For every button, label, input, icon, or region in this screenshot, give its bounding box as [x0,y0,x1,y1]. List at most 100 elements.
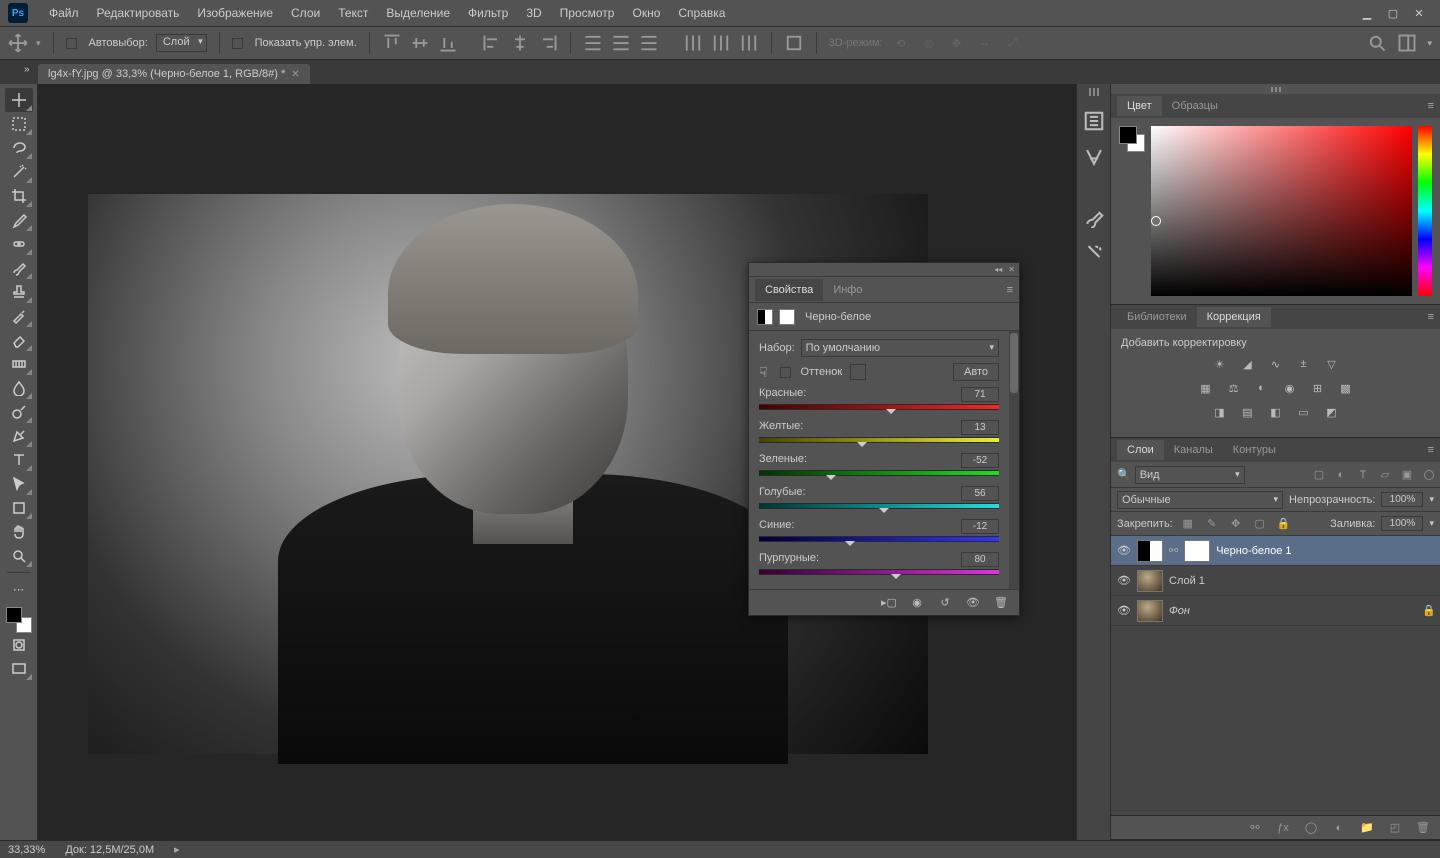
lock-all-icon[interactable]: 🔒 [1275,515,1293,533]
magic-wand-tool[interactable] [5,160,33,184]
reset-icon[interactable]: ↺ [937,595,953,611]
layer-thumb[interactable] [1137,600,1163,622]
visibility-toggle-icon[interactable]: 👁 [965,595,981,611]
menu-выделение[interactable]: Выделение [377,0,459,27]
visibility-icon[interactable]: 👁 [1117,574,1131,588]
mask-thumb[interactable] [1184,540,1210,562]
tab-paths[interactable]: Контуры [1223,440,1286,460]
color-swatch[interactable] [1119,126,1145,152]
minimize-icon[interactable]: ▁ [1360,6,1374,20]
menu-окно[interactable]: Окно [623,0,669,27]
filter-adj-icon[interactable]: ◐ [1332,466,1350,484]
panel-menu-icon[interactable]: ≡ [1428,444,1434,456]
auto-button[interactable]: Авто [953,363,999,381]
auto-select-checkbox[interactable] [66,38,77,49]
type-tool[interactable] [5,448,33,472]
edit-toolbar-icon[interactable]: ⋯ [5,577,33,601]
dist-vcenter-icon[interactable] [611,33,631,53]
show-controls-checkbox[interactable] [232,38,243,49]
lock-artboard-icon[interactable]: ▢ [1251,515,1269,533]
tab-close-icon[interactable]: ✕ [291,69,299,80]
bw-adjustment-icon[interactable] [757,309,773,325]
menu-текст[interactable]: Текст [329,0,377,27]
tab-layers[interactable]: Слои [1117,440,1164,460]
eraser-tool[interactable] [5,328,33,352]
gradient-map-icon[interactable]: ▭ [1295,403,1313,421]
menu-справка[interactable]: Справка [669,0,734,27]
filter-pixel-icon[interactable]: ▢ [1310,466,1328,484]
search-icon[interactable] [1367,33,1387,53]
color-field[interactable] [1151,126,1412,296]
screen-mode-icon[interactable] [5,657,33,681]
layer-filter-dropdown[interactable]: Вид [1135,466,1245,484]
lock-position-icon[interactable]: ✥ [1227,515,1245,533]
search-icon[interactable]: 🔍 [1117,468,1131,481]
stamp-tool[interactable] [5,280,33,304]
menu-изображение[interactable]: Изображение [188,0,282,27]
collapse-icon[interactable]: ◂◂ [994,265,1002,274]
filter-type-icon[interactable]: T [1354,466,1372,484]
exposure-icon[interactable]: ± [1295,355,1313,373]
slider-value[interactable]: -52 [961,453,999,468]
dist-right-icon[interactable] [739,33,759,53]
dist-left-icon[interactable] [683,33,703,53]
zoom-level[interactable]: 33,33% [8,844,45,856]
brush-presets-icon[interactable] [1083,242,1105,264]
tab-color[interactable]: Цвет [1117,96,1162,116]
lock-transparency-icon[interactable]: ▦ [1179,515,1197,533]
visibility-icon[interactable]: 👁 [1117,604,1131,618]
menu-редактировать[interactable]: Редактировать [88,0,189,27]
brush-tool[interactable] [5,256,33,280]
filter-shape-icon[interactable]: ▱ [1376,466,1394,484]
slider-value[interactable]: 71 [961,387,999,402]
align-vcenter-icon[interactable] [410,33,430,53]
foreground-background-swatch[interactable] [6,607,32,633]
document-tab[interactable]: lg4x-fY.jpg @ 33,3% (Черно-белое 1, RGB/… [38,64,310,84]
slider-value[interactable]: -12 [961,519,999,534]
slider-track[interactable] [759,569,999,577]
close-icon[interactable]: ✕ [1412,6,1426,20]
hue-slider[interactable] [1418,126,1432,296]
fill-input[interactable]: 100% [1381,516,1423,531]
move-tool-icon[interactable] [8,33,28,53]
preset-dropdown[interactable]: По умолчанию [801,339,999,357]
blend-mode-dropdown[interactable]: Обычные [1117,491,1283,509]
selective-color-icon[interactable]: ◩ [1323,403,1341,421]
vibrance-icon[interactable]: ▽ [1323,355,1341,373]
brush-panel-icon[interactable] [1083,206,1105,228]
align-left-icon[interactable] [482,33,502,53]
menu-фильтр[interactable]: Фильтр [459,0,517,27]
bw-icon[interactable]: ◐ [1253,379,1271,397]
invert-icon[interactable]: ◨ [1211,403,1229,421]
tab-expand-icon[interactable]: » [24,64,30,75]
brightness-icon[interactable]: ☀ [1211,355,1229,373]
crop-tool[interactable] [5,184,33,208]
slider-value[interactable]: 80 [961,552,999,567]
menu-слои[interactable]: Слои [282,0,329,27]
panel-close-icon[interactable]: ✕ [1008,265,1015,274]
hue-sat-icon[interactable]: ▦ [1197,379,1215,397]
targeted-adjust-icon[interactable]: ☟ [759,364,768,381]
maximize-icon[interactable]: ▢ [1386,6,1400,20]
panel-menu-icon[interactable]: ≡ [1428,311,1434,323]
tab-info[interactable]: Инфо [823,279,872,301]
threshold-icon[interactable]: ◧ [1267,403,1285,421]
slider-value[interactable]: 56 [961,486,999,501]
color-balance-icon[interactable]: ⚖ [1225,379,1243,397]
adjustment-thumb[interactable] [1137,540,1163,562]
curves-icon[interactable]: ∿ [1267,355,1285,373]
hand-tool[interactable] [5,520,33,544]
lasso-tool[interactable] [5,136,33,160]
slider-track[interactable] [759,437,999,445]
shape-tool[interactable] [5,496,33,520]
workspace-switcher-icon[interactable] [1397,33,1417,53]
slider-track[interactable] [759,470,999,478]
quick-mask-icon[interactable] [5,633,33,657]
scrollbar[interactable] [1009,331,1019,589]
healing-brush-tool[interactable] [5,232,33,256]
dodge-tool[interactable] [5,400,33,424]
slider-track[interactable] [759,503,999,511]
delete-layer-icon[interactable]: 🗑 [1414,819,1432,837]
align-bottom-icon[interactable] [438,33,458,53]
tab-adjustments[interactable]: Коррекция [1197,307,1271,327]
